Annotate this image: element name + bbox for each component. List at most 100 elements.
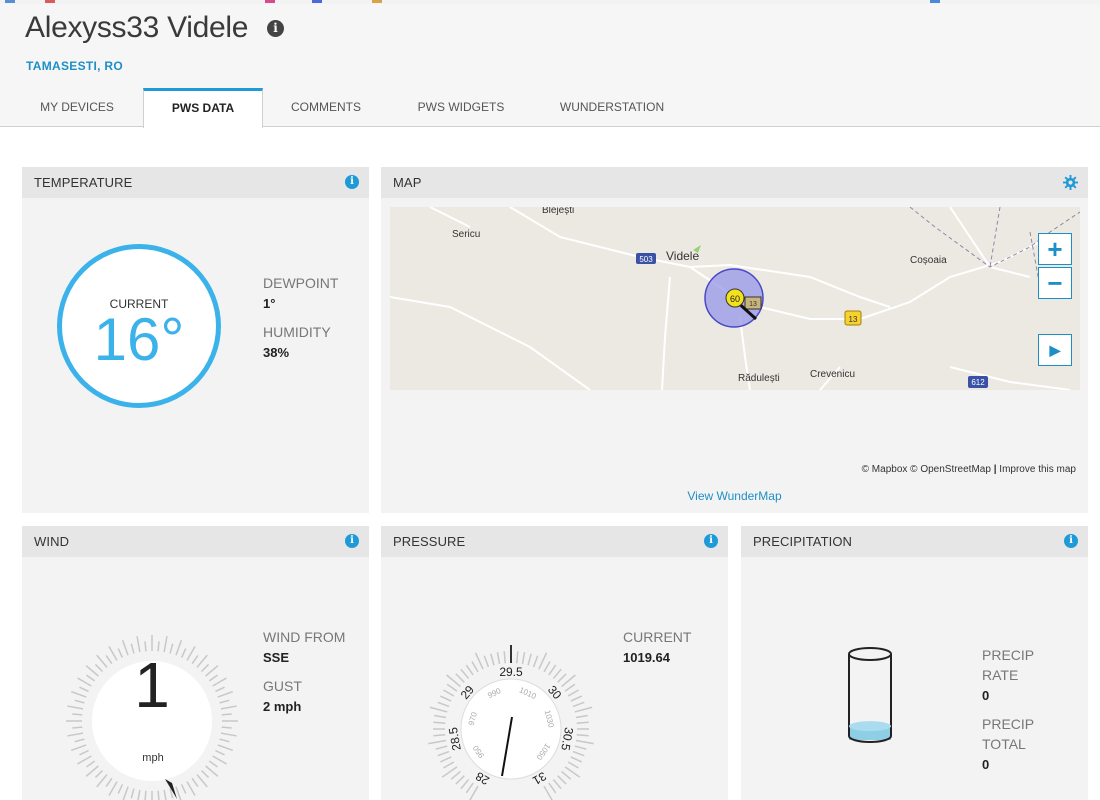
pressure-dial-tick	[575, 739, 594, 745]
pressure-dial-tick	[548, 782, 557, 794]
wind-dial-tick	[79, 686, 89, 693]
wind-dial-tick	[130, 788, 135, 799]
pressure-current-value: 1019.64	[623, 650, 670, 665]
temperature-panel-header: TEMPERATURE i	[22, 167, 369, 198]
svg-text:13: 13	[849, 315, 858, 324]
wind-dial-tick	[200, 663, 210, 673]
wind-title: WIND	[34, 534, 70, 549]
tab-my-devices[interactable]: MY DEVICES	[12, 88, 142, 127]
station-header: Alexyss33 Videle i TAMASESTI, RO MY DEVI…	[0, 0, 1100, 128]
tab-pws-data[interactable]: PWS DATA	[143, 88, 263, 128]
tab-comments[interactable]: COMMENTS	[266, 88, 386, 127]
map-title: MAP	[393, 175, 422, 190]
wind-dial-tick	[205, 765, 219, 777]
wind-dial-tick	[217, 690, 234, 698]
mapbox-attribution-link[interactable]: © Mapbox	[862, 464, 908, 475]
humidity-label: HUMIDITY	[263, 324, 331, 340]
map-roads: Blejești Sericu Videle Coșoaia Rădulești…	[390, 207, 1080, 390]
pressure-dial-tick	[455, 673, 465, 683]
wind-dial-tick	[144, 790, 147, 800]
wind-dial-tick	[212, 755, 227, 765]
osm-attribution-link[interactable]: © OpenStreetMap	[910, 464, 991, 475]
pressure-dial-tick	[557, 673, 567, 683]
pressure-dial-tick	[434, 714, 447, 719]
pressure-dial-tick	[543, 661, 551, 673]
wind-dial-tick	[205, 665, 219, 677]
wind-dial-tick	[77, 677, 92, 687]
pressure-dial-tick	[437, 750, 450, 757]
pressure-dial-tick	[439, 695, 452, 702]
wind-dial-tick	[196, 774, 208, 788]
pressure-dial-tick	[460, 779, 470, 790]
svg-text:503: 503	[639, 255, 653, 264]
map-place-label: Blejești	[542, 207, 574, 216]
pressure-info-icon[interactable]: i	[704, 534, 718, 548]
station-location-link[interactable]: TAMASESTI, RO	[26, 59, 123, 73]
wind-dial-tick	[96, 654, 108, 668]
wind-dial-tick	[96, 774, 108, 788]
pressure-dial-tick	[572, 701, 585, 708]
pressure-dial-tick	[471, 661, 479, 673]
wind-dial-tick	[175, 786, 182, 800]
play-button[interactable]: ▶	[1038, 334, 1072, 366]
wind-dial-tick	[163, 789, 167, 800]
pressure-gauge: 2828.52929.53030.531950970990 10101030105…	[428, 645, 594, 800]
pressure-dial-tick	[538, 652, 548, 670]
pressure-dial-tick	[548, 664, 557, 676]
map-view[interactable]: Blejești Sericu Videle Coșoaia Rădulești…	[390, 207, 1080, 390]
tab-bar: MY DEVICES PWS DATA COMMENTS PWS WIDGETS…	[0, 88, 1100, 128]
tab-pws-widgets[interactable]: PWS WIDGETS	[400, 88, 522, 127]
pressure-current-label: CURRENT	[623, 629, 692, 645]
wind-info-icon[interactable]: i	[345, 534, 359, 548]
wind-dial-tick	[217, 744, 234, 752]
wind-dial-tick	[105, 777, 113, 787]
tab-wunderstation[interactable]: WUNDERSTATION	[545, 88, 679, 127]
pressure-dial-tick	[460, 668, 470, 679]
pressure-dial-tick	[574, 706, 593, 713]
wind-dial-tick	[208, 674, 218, 682]
pressure-dial-tick	[429, 706, 448, 713]
temperature-value: 16°	[93, 306, 185, 373]
pressure-dial-tick	[575, 714, 588, 719]
pressure-dial-tick	[561, 770, 572, 780]
precipitation-panel: PRECIPITATION i PRECIP RATE 0 PRECIP TOT…	[741, 526, 1088, 800]
road-shield-612: 612	[968, 376, 988, 388]
wind-dial-tick	[191, 655, 199, 665]
wind-speed-unit: mph	[142, 752, 164, 764]
pressure-panel: PRESSURE i 28 28.5 29 29.5 30 30.5 31 950 970 990…	[381, 526, 728, 800]
pressure-dial-tick	[532, 655, 539, 668]
zoom-out-button[interactable]: −	[1038, 267, 1072, 299]
wind-panel-header: WIND i	[22, 526, 369, 557]
improve-map-link[interactable]: Improve this map	[999, 464, 1076, 475]
view-wundermap-link[interactable]: View WunderMap	[381, 489, 1088, 503]
attribution-separator: |	[993, 464, 997, 475]
precipitation-info-icon[interactable]: i	[1064, 534, 1078, 548]
map-attribution: © Mapbox © OpenStreetMap | Improve this …	[862, 464, 1076, 475]
temperature-title: TEMPERATURE	[34, 175, 133, 190]
pressure-dial-tick	[527, 653, 532, 666]
precipitation-title: PRECIPITATION	[753, 534, 853, 549]
pressure-dial-tick	[503, 651, 506, 664]
precip-rate-value: 0	[982, 688, 990, 703]
pressure-dial-tick	[570, 695, 583, 702]
precip-total-label-2: TOTAL	[982, 736, 1026, 752]
wind-dial-tick	[196, 654, 208, 668]
wind-dial-tick	[221, 713, 232, 716]
gear-icon[interactable]	[1063, 175, 1078, 190]
road-shield-503: 503	[636, 253, 656, 264]
temperature-info-icon[interactable]: i	[345, 175, 359, 189]
wind-dial-tick	[70, 690, 87, 698]
pressure-dial-tick	[552, 668, 562, 679]
wind-dial-tick	[212, 677, 227, 687]
map-place-label: Sericu	[452, 229, 480, 240]
station-marker[interactable]: 13 60	[704, 268, 764, 328]
wind-dial-tick	[74, 699, 85, 704]
wind-dial-tick	[221, 726, 232, 729]
wind-speed-value: 1	[134, 649, 170, 721]
station-info-icon[interactable]: i	[267, 20, 284, 37]
svg-text:13: 13	[749, 301, 757, 308]
map-place-label: Rădulești	[738, 373, 780, 384]
zoom-in-button[interactable]: +	[1038, 233, 1072, 265]
pressure-dial-tick	[428, 739, 447, 745]
pressure-dial-tick	[567, 761, 579, 769]
